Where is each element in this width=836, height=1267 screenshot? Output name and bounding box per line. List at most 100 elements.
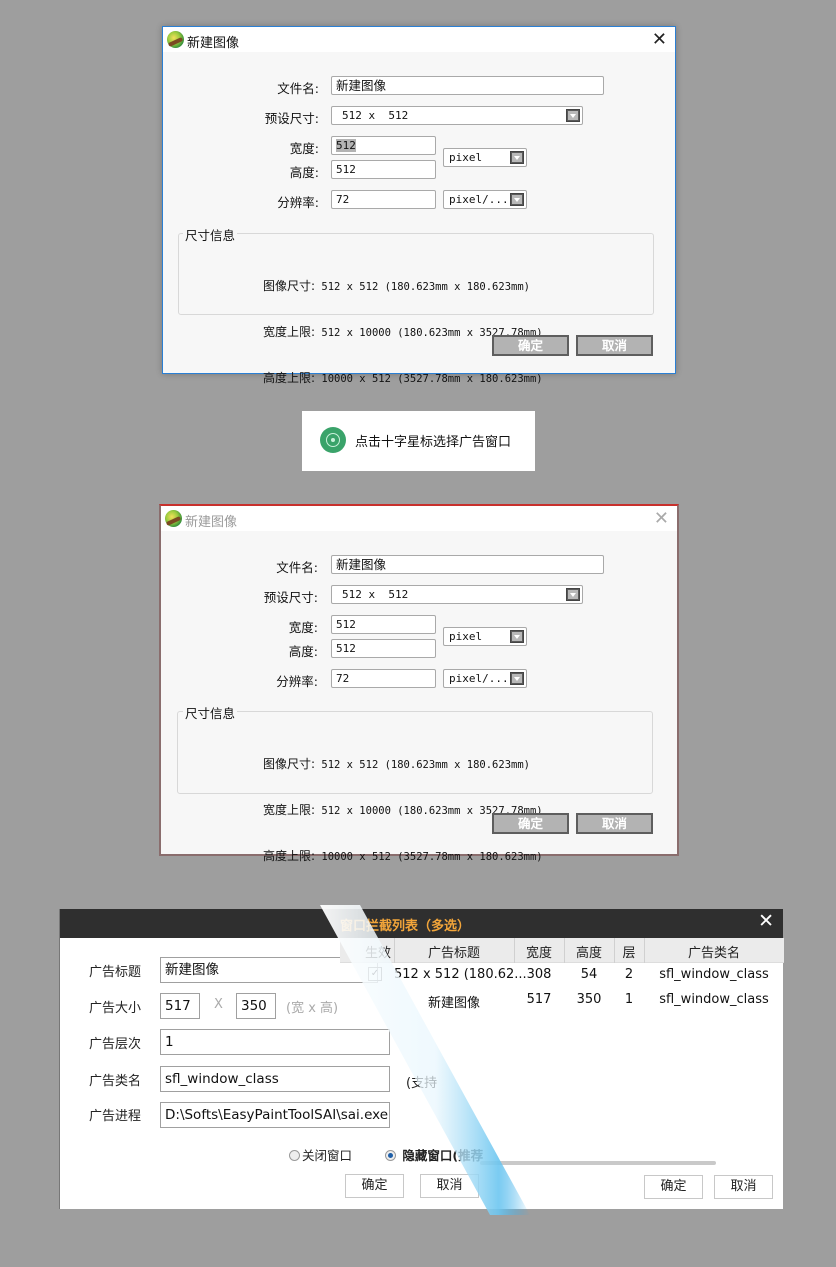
size-unit-select[interactable]: pixel [443, 627, 527, 646]
col-ad-class[interactable]: 广告类名 [644, 942, 784, 961]
title-bar: 窗口拦截列表（多选） ✕ [60, 909, 783, 938]
row-ad-title: 512 x 512 (180.62... [394, 967, 527, 982]
cancel-button[interactable]: 取消 [576, 335, 653, 356]
dialog-title: 新建图像 [185, 515, 238, 530]
preset-size-select[interactable]: 512 x 512 [331, 106, 583, 125]
form-ok-button[interactable]: 确定 [345, 1174, 404, 1198]
dropdown-arrow-icon[interactable] [510, 672, 524, 685]
width-label: 宽度: [289, 141, 319, 156]
filename-input[interactable]: 新建图像 [331, 76, 604, 95]
ad-process-input[interactable]: D:\Softs\EasyPaintToolSAI\sai.exe [160, 1102, 390, 1128]
list-cancel-button[interactable]: 取消 [714, 1175, 773, 1199]
preset-size-value: 512 x 512 [342, 588, 409, 601]
col-enabled[interactable]: 生效 [362, 942, 394, 961]
resolution-input[interactable]: 72 [331, 190, 436, 209]
height-label: 高度: [289, 165, 319, 180]
col-width[interactable]: 宽度 [514, 942, 564, 961]
window-block-list-dialog: 窗口拦截列表（多选） ✕ 广告标题 新建图像 广告大小 517 X 350 (宽… [59, 909, 784, 1209]
size-info-title: 尺寸信息 [183, 225, 238, 244]
new-image-dialog-active: 新建图像 ✕ 文件名: 新建图像 预设尺寸: 512 x 512 宽度: 512… [162, 26, 676, 385]
info-row: 高度上限: 10000 x 512 (3527.78mm x 180.623mm… [263, 371, 543, 385]
hint-text: 点击十字星标选择广告窗口 [355, 435, 512, 450]
info-row: 高度上限: 10000 x 512 (3527.78mm x 180.623mm… [263, 849, 543, 863]
ok-button[interactable]: 确定 [492, 335, 569, 356]
title-bar: 新建图像 ✕ [161, 506, 677, 531]
dropdown-arrow-icon[interactable] [510, 193, 524, 206]
close-icon[interactable]: ✕ [758, 910, 774, 932]
width-input[interactable]: 512 [331, 136, 436, 155]
preset-label: 预设尺寸: [264, 111, 319, 126]
width-value: 512 [336, 139, 356, 152]
size-info-title: 尺寸信息 [183, 703, 238, 722]
height-label: 高度: [288, 644, 318, 659]
size-separator: X [214, 997, 223, 1012]
width-label: 宽度: [288, 620, 318, 635]
size-hint: (宽 x 高) [286, 1001, 339, 1016]
size-unit-select[interactable]: pixel [443, 148, 527, 167]
title-bar: 新建图像 ✕ [163, 27, 675, 52]
preset-size-value: 512 x 512 [342, 109, 409, 122]
filename-input[interactable]: 新建图像 [331, 555, 604, 574]
resolution-label: 分辨率: [276, 674, 318, 689]
info-row: 图像尺寸: 512 x 512 (180.623mm x 180.623mm) [263, 279, 530, 293]
dropdown-arrow-icon[interactable] [510, 151, 524, 164]
row-ad-class: sfl_window_class [659, 967, 769, 982]
row-ad-class: sfl_window_class [659, 992, 769, 1007]
ad-class-label: 广告类名 [89, 1074, 142, 1089]
enabled-checkbox-checked[interactable]: ✓ [368, 967, 382, 981]
resolution-unit-value: pixel/... [449, 193, 509, 206]
crosshair-target-icon[interactable] [320, 427, 346, 453]
ad-width-input[interactable]: 517 [160, 993, 200, 1019]
ad-class-note: (支持 [406, 1076, 438, 1091]
resolution-unit-select[interactable]: pixel/... [443, 190, 527, 209]
close-icon[interactable]: ✕ [652, 29, 667, 50]
sai-app-icon [167, 31, 184, 48]
row-ad-title: 新建图像 [427, 996, 480, 1011]
list-ok-button[interactable]: 确定 [644, 1175, 703, 1199]
resolution-label: 分辨率: [277, 195, 319, 210]
size-info-list: 图像尺寸: 512 x 512 (180.623mm x 180.623mm) … [263, 727, 543, 895]
filename-label: 文件名: [276, 560, 318, 575]
hide-window-radio[interactable]: 隐藏窗口(推荐 [385, 1145, 483, 1164]
new-image-dialog-targeted: 新建图像 ✕ 文件名: 新建图像 预设尺寸: 512 x 512 宽度: 512… [159, 504, 679, 863]
col-ad-title[interactable]: 广告标题 [394, 942, 514, 961]
row-height: 54 [580, 967, 598, 982]
height-input[interactable]: 512 [331, 639, 436, 658]
ad-title-label: 广告标题 [89, 965, 142, 980]
ad-size-label: 广告大小 [89, 1001, 142, 1016]
sai-app-icon [165, 510, 182, 527]
width-input[interactable]: 512 [331, 615, 436, 634]
size-info-list: 图像尺寸: 512 x 512 (180.623mm x 180.623mm) … [263, 249, 543, 417]
filename-label: 文件名: [277, 81, 319, 96]
dropdown-arrow-icon[interactable] [510, 630, 524, 643]
cancel-button[interactable]: 取消 [576, 813, 653, 834]
row-layer: 1 [624, 992, 634, 1007]
ad-layer-input[interactable]: 1 [160, 1029, 390, 1055]
row-height: 350 [576, 992, 602, 1007]
dropdown-arrow-icon[interactable] [566, 109, 580, 122]
row-width: 517 [526, 992, 552, 1007]
col-layer[interactable]: 层 [614, 942, 644, 961]
close-icon[interactable]: ✕ [654, 508, 669, 529]
ad-height-input[interactable]: 350 [236, 993, 276, 1019]
row-width: 308 [526, 967, 552, 982]
preset-size-select[interactable]: 512 x 512 [331, 585, 583, 604]
radio-unchecked-icon [289, 1150, 300, 1161]
resolution-unit-select[interactable]: pixel/... [443, 669, 527, 688]
ad-layer-label: 广告层次 [89, 1037, 142, 1052]
dialog-title: 新建图像 [187, 36, 240, 51]
resolution-unit-value: pixel/... [449, 672, 509, 685]
resolution-input[interactable]: 72 [331, 669, 436, 688]
size-unit-value: pixel [449, 630, 483, 643]
form-cancel-button[interactable]: 取消 [420, 1174, 479, 1198]
col-height[interactable]: 高度 [564, 942, 614, 961]
ad-class-input[interactable]: sfl_window_class [160, 1066, 390, 1092]
row-layer: 2 [624, 967, 634, 982]
height-input[interactable]: 512 [331, 160, 436, 179]
close-window-radio[interactable]: 关闭窗口 [289, 1145, 352, 1164]
preset-label: 预设尺寸: [263, 590, 318, 605]
ok-button[interactable]: 确定 [492, 813, 569, 834]
table-header: 生效 广告标题 宽度 高度 层 广告类名 [340, 938, 784, 963]
dropdown-arrow-icon[interactable] [566, 588, 580, 601]
info-row: 图像尺寸: 512 x 512 (180.623mm x 180.623mm) [263, 757, 530, 771]
